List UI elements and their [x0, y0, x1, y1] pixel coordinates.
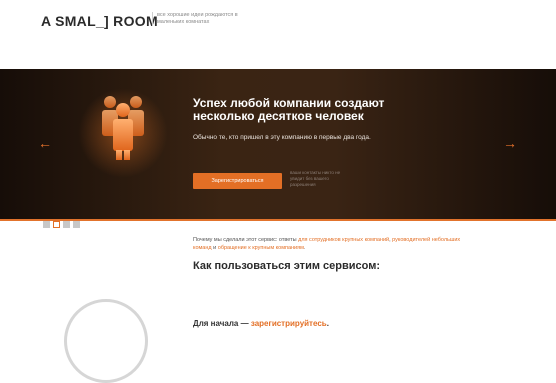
start-line: Для начала — зарегистрируйтесь. — [193, 319, 329, 328]
link-large-company-employees[interactable]: для сотрудников крупных компаний — [298, 237, 389, 243]
magnifier-illustration — [64, 299, 148, 383]
why-paragraph: Почему мы сделали этот сервис: ответы дл… — [193, 236, 473, 252]
slider-dot[interactable] — [43, 221, 50, 228]
slider-prev-arrow[interactable]: ← — [38, 135, 52, 151]
hero-subtitle: Обычно те, кто пришел в эту компанию в п… — [193, 134, 371, 141]
site-tagline: все хорошие идеи рождаются в маленьких к… — [152, 12, 257, 26]
hero-accent-band — [0, 219, 556, 221]
header: A SMAL_] ROOM все хорошие идеи рождаются… — [0, 0, 556, 46]
privacy-note: ваши контакты никто не увидит без вашего… — [290, 170, 341, 187]
start-prefix: Для начала — — [193, 319, 251, 328]
site-logo[interactable]: A SMAL_] ROOM — [41, 13, 158, 29]
why-suffix: . — [303, 245, 306, 251]
hero-title: Успех любой компании создают несколько д… — [193, 96, 385, 123]
slider-dot-active[interactable] — [53, 221, 60, 228]
people-group-icon — [102, 96, 144, 160]
why-prefix: Почему мы сделали этот сервис: ответы — [193, 237, 299, 243]
link-appeal-to-companies[interactable]: обращение к крупным компаниям — [218, 245, 304, 251]
slider-dot[interactable] — [73, 221, 80, 228]
register-link[interactable]: зарегистрируйтесь — [251, 319, 327, 328]
slider-dots — [43, 221, 80, 228]
register-button[interactable]: Зарегистрироваться — [193, 173, 282, 189]
start-suffix: . — [326, 319, 329, 328]
slider-dot[interactable] — [63, 221, 70, 228]
slider-next-arrow[interactable]: → — [503, 135, 517, 151]
how-to-use-heading: Как пользоваться этим сервисом: — [193, 260, 380, 272]
